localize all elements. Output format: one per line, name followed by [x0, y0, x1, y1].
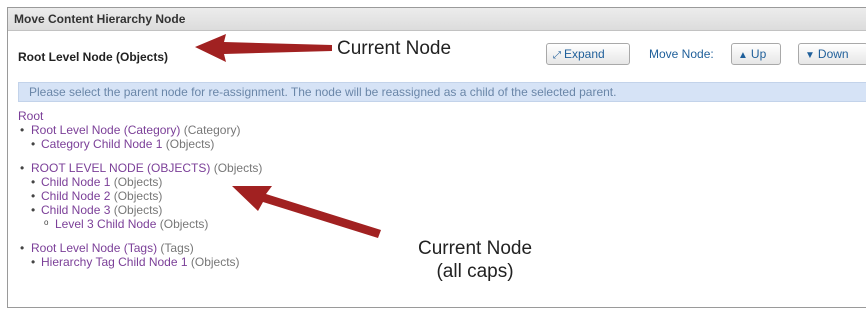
expand-label: Expand: [564, 47, 605, 61]
tree-node-type: (Objects): [213, 161, 263, 175]
tree-node-link[interactable]: Hierarchy Tag Child Node 1: [41, 255, 188, 269]
tree-node-root[interactable]: Root: [18, 109, 43, 123]
move-node-label: Move Node:: [649, 47, 714, 61]
tree-node-type: (Objects): [113, 175, 163, 189]
annotation-line-1: Current Node: [417, 238, 533, 259]
tree-node-link[interactable]: Child Node 2: [41, 189, 110, 203]
up-label: Up: [750, 47, 767, 61]
tree-node-link[interactable]: Level 3 Child Node: [55, 217, 156, 231]
tree-node-type: (Tags): [160, 241, 194, 255]
tree-node-link[interactable]: Child Node 3: [41, 203, 110, 217]
tree-node: Level 3 Child Node (Objects): [41, 216, 262, 231]
expand-icon: ⤢: [553, 50, 561, 61]
tree-node-type: (Objects): [159, 217, 209, 231]
triangle-down-icon: ▼: [805, 50, 815, 61]
hierarchy-tree: Root Root Level Node (Category) (Categor…: [18, 109, 262, 269]
tree-node: Root Level Node (Category) (Category) Ca…: [18, 123, 262, 151]
tree-node: Root Level Node (Tags) (Tags) Hierarchy …: [18, 241, 262, 269]
tree-node-type: (Objects): [165, 137, 215, 151]
move-down-button[interactable]: ▼ Down: [798, 43, 866, 65]
tree-node: Category Child Node 1 (Objects): [31, 137, 262, 151]
dialog-title: Move Content Hierarchy Node: [8, 8, 866, 31]
move-up-button[interactable]: ▲ Up: [731, 43, 781, 65]
annotation-label-current-node-caps: Current Node (all caps): [390, 237, 560, 283]
tree-node: Child Node 1 (Objects): [31, 175, 262, 189]
tree-node-type: (Objects): [113, 203, 163, 217]
expand-button[interactable]: ⤢ Expand: [546, 43, 630, 65]
tree-node-type: (Objects): [113, 189, 163, 203]
triangle-up-icon: ▲: [738, 50, 748, 61]
tree-node: Child Node 3 (Objects) Level 3 Child Nod…: [31, 203, 262, 231]
annotation-label-current-node: Current Node: [337, 38, 452, 59]
annotation-line-2: (all caps): [436, 261, 514, 282]
down-label: Down: [817, 47, 849, 61]
tree-node-type: (Objects): [190, 255, 240, 269]
tree-node: Child Node 2 (Objects): [31, 189, 262, 203]
current-node-label: Root Level Node (Objects): [18, 50, 169, 64]
tree-node-link-current[interactable]: ROOT LEVEL NODE (OBJECTS): [31, 161, 210, 175]
tree-node-link[interactable]: Root Level Node (Tags): [31, 241, 157, 255]
tree-node-type: (Category): [183, 123, 241, 137]
tree-node: ROOT LEVEL NODE (OBJECTS) (Objects) Chil…: [18, 161, 262, 231]
tree-node-link[interactable]: Category Child Node 1: [41, 137, 162, 151]
tree-node-link[interactable]: Child Node 1: [41, 175, 110, 189]
info-message: Please select the parent node for re-ass…: [18, 82, 866, 102]
tree-node-link[interactable]: Root Level Node (Category): [31, 123, 180, 137]
tree-node: Hierarchy Tag Child Node 1 (Objects): [31, 255, 262, 269]
